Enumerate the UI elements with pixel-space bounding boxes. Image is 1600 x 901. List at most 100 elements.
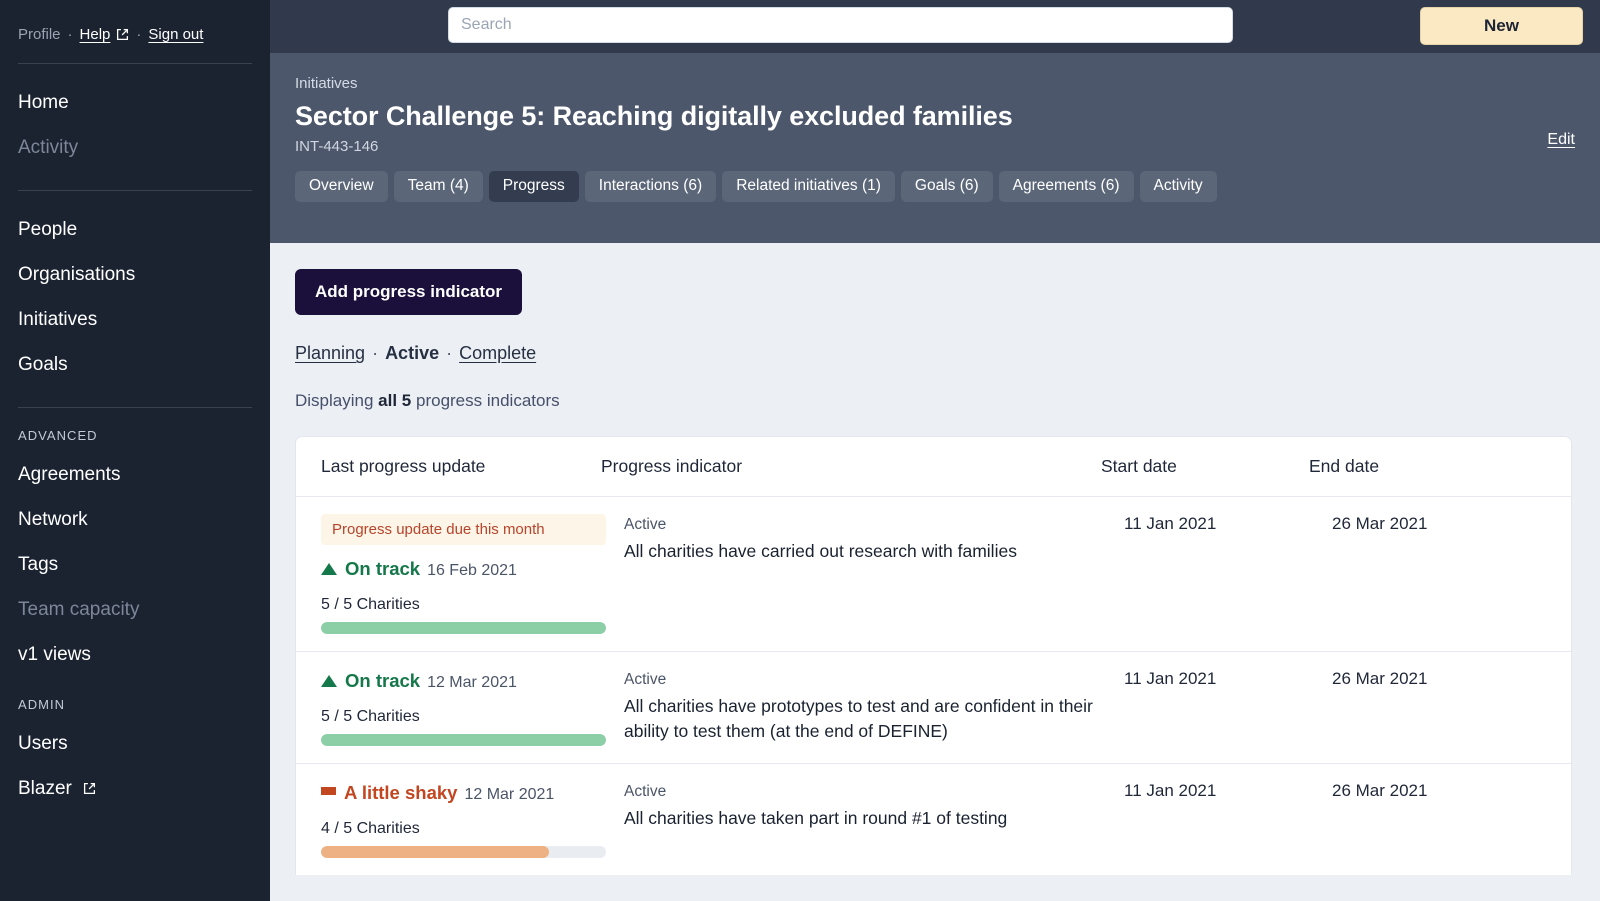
filter-active[interactable]: Active xyxy=(385,343,439,364)
start-date-cell: 11 Jan 2021 xyxy=(1124,514,1217,533)
status-line: On track 12 Mar 2021 xyxy=(321,669,606,695)
sidebar-item-home[interactable]: Home xyxy=(18,80,252,125)
table-row[interactable]: Progress update due this month On track … xyxy=(296,497,1571,652)
sidebar-item-activity[interactable]: Activity xyxy=(18,125,252,170)
sign-out-link[interactable]: Sign out xyxy=(148,26,203,43)
indicator-text: All charities have carried out research … xyxy=(624,541,1017,561)
sidebar-divider-3 xyxy=(18,407,252,408)
status-filter-group: Planning · Active · Complete xyxy=(295,343,1572,364)
external-link-icon xyxy=(116,28,129,41)
result-count-suffix: progress indicators xyxy=(416,391,560,410)
start-date-cell: 11 Jan 2021 xyxy=(1124,669,1217,688)
status-label: A little shaky xyxy=(344,782,458,803)
search-input[interactable] xyxy=(448,7,1233,43)
page-reference: INT-443-146 xyxy=(295,138,379,155)
sidebar-heading-advanced: ADVANCED xyxy=(18,428,98,443)
end-date-cell: 26 Mar 2021 xyxy=(1332,781,1428,800)
add-progress-indicator-button[interactable]: Add progress indicator xyxy=(295,269,523,315)
indicator-state: Active xyxy=(624,671,667,688)
sidebar-item-agreements[interactable]: Agreements xyxy=(18,452,252,497)
status-date: 16 Feb 2021 xyxy=(427,562,517,579)
on-track-triangle-icon xyxy=(321,563,337,575)
shaky-square-icon xyxy=(321,787,336,795)
table-row[interactable]: On track 12 Mar 2021 5 / 5 Charities Act… xyxy=(296,652,1571,764)
page-header: Initiatives Sector Challenge 5: Reaching… xyxy=(270,53,1600,243)
indicator-cell: Active All charities have prototypes to … xyxy=(624,652,1124,763)
sidebar-item-v1-views[interactable]: v1 views xyxy=(18,632,252,677)
sidebar: Profile · Help · Sign out Home Activity … xyxy=(0,0,270,901)
tab-team[interactable]: Team (4) xyxy=(393,171,483,202)
result-count-prefix: Displaying xyxy=(295,391,374,410)
indicator-cell: Active All charities have taken part in … xyxy=(624,764,1124,875)
tab-agreements[interactable]: Agreements (6) xyxy=(998,171,1134,202)
top-bar: New xyxy=(270,0,1600,53)
new-button[interactable]: New xyxy=(1420,7,1583,45)
result-count: Displaying all 5 progress indicators xyxy=(295,391,1572,411)
account-separator-2: · xyxy=(136,26,142,43)
sidebar-item-team-capacity[interactable]: Team capacity xyxy=(18,587,252,632)
tab-interactions[interactable]: Interactions (6) xyxy=(584,171,717,202)
progress-bar xyxy=(321,734,606,746)
sidebar-item-initiatives[interactable]: Initiatives xyxy=(18,297,252,342)
status-line: A little shaky 12 Mar 2021 xyxy=(321,781,606,807)
sidebar-item-organisations[interactable]: Organisations xyxy=(18,252,252,297)
status-label: On track xyxy=(345,558,421,579)
status-date: 12 Mar 2021 xyxy=(464,786,555,803)
progress-bar-fill xyxy=(321,622,606,634)
end-date-cell: 26 Mar 2021 xyxy=(1332,514,1428,533)
column-header-start-date: Start date xyxy=(1101,456,1177,476)
content-area: Add progress indicator Planning · Active… xyxy=(270,243,1600,901)
tab-goals[interactable]: Goals (6) xyxy=(900,171,993,202)
column-header-last-update: Last progress update xyxy=(321,456,486,476)
profile-link[interactable]: Profile xyxy=(18,26,61,43)
status-date: 12 Mar 2021 xyxy=(427,674,517,691)
last-update-cell: Progress update due this month On track … xyxy=(296,497,624,651)
filter-separator-1: · xyxy=(372,343,379,363)
result-count-number: all 5 xyxy=(378,391,412,410)
account-links: Profile · Help · Sign out xyxy=(18,0,252,43)
filter-separator-2: · xyxy=(446,343,453,363)
sidebar-item-users[interactable]: Users xyxy=(18,721,252,766)
status-line: On track 16 Feb 2021 xyxy=(321,557,606,583)
app-root: Profile · Help · Sign out Home Activity … xyxy=(0,0,1600,901)
tab-progress[interactable]: Progress xyxy=(488,171,579,202)
sidebar-divider-2 xyxy=(18,190,252,191)
sidebar-heading-admin: ADMIN xyxy=(18,697,66,712)
tab-activity[interactable]: Activity xyxy=(1139,171,1217,202)
sidebar-item-goals[interactable]: Goals xyxy=(18,342,252,387)
breadcrumb[interactable]: Initiatives xyxy=(295,73,1575,95)
account-separator-1: · xyxy=(67,26,73,43)
progress-fraction: 5 / 5 Charities xyxy=(321,708,420,725)
progress-bar-fill xyxy=(321,846,549,858)
progress-fraction: 4 / 5 Charities xyxy=(321,820,420,837)
sidebar-divider-1 xyxy=(18,63,252,64)
help-link[interactable]: Help xyxy=(80,26,111,43)
main-region: New Initiatives Sector Challenge 5: Reac… xyxy=(270,0,1600,901)
progress-bar xyxy=(321,846,606,858)
progress-bar-fill xyxy=(321,734,606,746)
indicator-state: Active xyxy=(624,516,667,533)
indicator-text: All charities have taken part in round #… xyxy=(624,808,1008,828)
tab-overview[interactable]: Overview xyxy=(295,171,388,202)
sidebar-item-network[interactable]: Network xyxy=(18,497,252,542)
filter-complete[interactable]: Complete xyxy=(459,343,536,364)
progress-fraction: 5 / 5 Charities xyxy=(321,596,420,613)
table-row[interactable]: A little shaky 12 Mar 2021 4 / 5 Chariti… xyxy=(296,764,1571,875)
tab-bar: Overview Team (4) Progress Interactions … xyxy=(295,171,1575,202)
indicator-text: All charities have prototypes to test an… xyxy=(624,696,1093,741)
indicator-cell: Active All charities have carried out re… xyxy=(624,497,1124,651)
sidebar-item-people[interactable]: People xyxy=(18,207,252,252)
progress-indicator-table: Last progress update Progress indicator … xyxy=(295,436,1572,875)
tab-related-initiatives[interactable]: Related initiatives (1) xyxy=(722,171,895,202)
last-update-cell: On track 12 Mar 2021 5 / 5 Charities xyxy=(296,652,624,763)
due-badge: Progress update due this month xyxy=(321,514,606,545)
filter-planning[interactable]: Planning xyxy=(295,343,365,364)
progress-bar xyxy=(321,622,606,634)
edit-link[interactable]: Edit xyxy=(1547,131,1575,149)
sidebar-item-blazer-label: Blazer xyxy=(18,778,72,799)
on-track-triangle-icon xyxy=(321,675,337,687)
status-label: On track xyxy=(345,670,421,691)
table-header-row: Last progress update Progress indicator … xyxy=(296,437,1571,497)
sidebar-item-tags[interactable]: Tags xyxy=(18,542,252,587)
sidebar-item-blazer[interactable]: Blazer xyxy=(18,766,252,811)
